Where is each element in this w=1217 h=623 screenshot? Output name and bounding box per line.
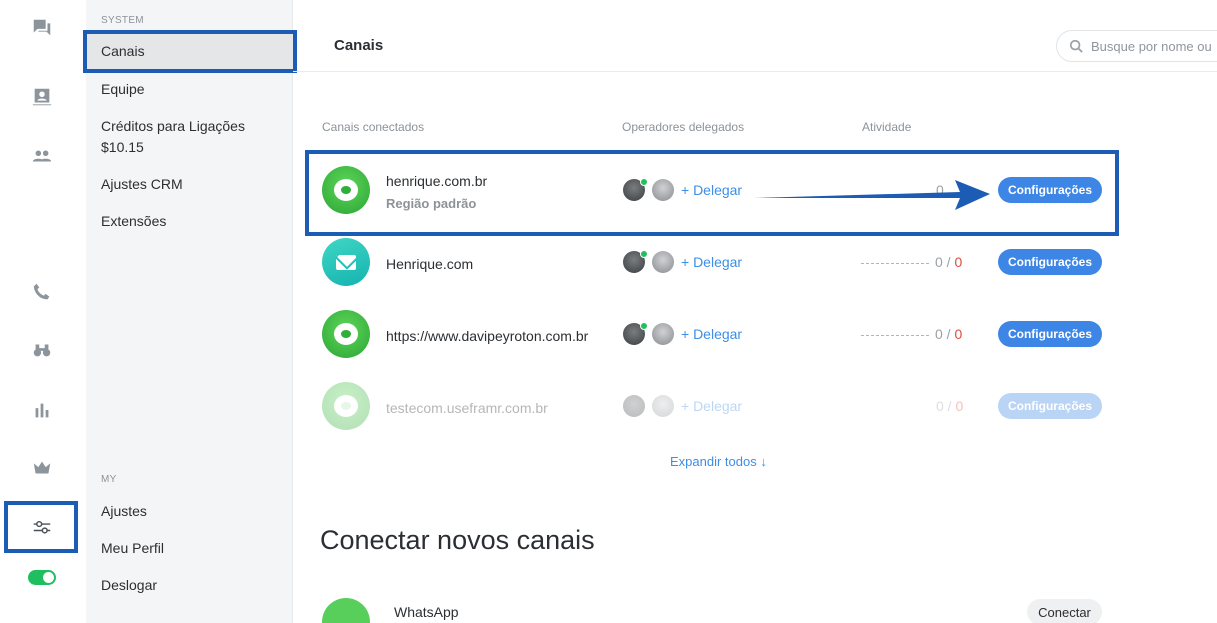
sidebar-item-equipe[interactable]: Equipe [86,79,293,100]
delegar-link[interactable]: + Delegar [681,254,742,270]
contact-card-icon[interactable] [29,84,55,110]
sidebar-item-deslogar[interactable]: Deslogar [86,575,293,596]
avatar [652,323,674,345]
search-icon [1069,39,1083,53]
channel-name: testecom.useframr.com.br [386,400,548,416]
status-toggle[interactable] [28,570,56,585]
chat-channel-icon [322,382,370,430]
delegar-link[interactable]: + Delegar [681,326,742,342]
table-row: Henrique.com + Delegar 0 / 0 Configuraçõ… [293,232,1113,292]
search-box[interactable] [1056,30,1217,62]
chat-channel-icon [322,310,370,358]
activity-count: 0 / 0 [861,326,962,342]
sidebar-item-creditos[interactable]: Créditos para Ligações $10.15 [86,116,293,158]
avatar [623,250,648,273]
expand-all-link[interactable]: Expandir todos ↓ [670,454,767,469]
column-header-operadores: Operadores delegados [622,120,745,134]
chat-icon[interactable] [29,15,55,41]
sidebar-item-ajustes-crm[interactable]: Ajustes CRM [86,174,293,195]
page-title: Canais [334,37,384,54]
section-label-my: MY [101,474,117,485]
channel-option-name: WhatsApp [394,604,459,620]
bar-chart-icon[interactable] [29,397,55,423]
main-content: Canais Canais conectados Operadores dele… [293,0,1217,623]
sidebar-item-ajustes[interactable]: Ajustes [86,501,293,522]
sidebar-item-meu-perfil[interactable]: Meu Perfil [86,538,293,559]
online-indicator [640,250,648,258]
activity-count: 0 / 0 [861,254,962,270]
channel-name: Henrique.com [386,256,474,272]
avatar [623,395,645,417]
team-icon[interactable] [29,143,55,169]
creditos-balance: $10.15 [101,139,144,155]
avatar [623,322,648,345]
sidebar-item-extensoes[interactable]: Extensões [86,211,293,232]
channel-name: https://www.davipeyroton.com.br [386,328,589,344]
top-bar: Canais [293,0,1217,72]
table-row: testecom.useframr.com.br + Delegar 0 / 0… [293,376,1113,436]
table-row: https://www.davipeyroton.com.br + Delega… [293,304,1113,364]
configuracoes-button[interactable]: Configurações [998,393,1102,419]
annotation-box-settings [4,501,78,553]
conectar-button[interactable]: Conectar [1027,599,1102,623]
annotation-box-row [305,150,1119,236]
whatsapp-icon [322,598,370,623]
email-channel-icon [322,238,370,286]
configuracoes-button[interactable]: Configurações [998,249,1102,275]
avatar [652,251,674,273]
annotation-box-canais [83,30,297,73]
delegar-link[interactable]: + Delegar [681,398,742,414]
connect-section-title: Conectar novos canais [320,525,595,555]
settings-sidebar: SYSTEM Canais Equipe Créditos para Ligaç… [86,0,293,623]
binoculars-icon[interactable] [29,337,55,363]
section-label-system: SYSTEM [101,15,144,26]
configuracoes-button[interactable]: Configurações [998,321,1102,347]
column-header-canais: Canais conectados [322,120,425,134]
crown-icon[interactable] [29,455,55,481]
creditos-label: Créditos para Ligações [101,118,245,134]
search-input[interactable] [1091,38,1217,54]
activity-count: 0 / 0 [936,398,964,414]
phone-icon[interactable] [29,279,55,305]
online-indicator [640,322,648,330]
avatar [652,395,674,417]
column-header-atividade: Atividade [862,120,912,134]
